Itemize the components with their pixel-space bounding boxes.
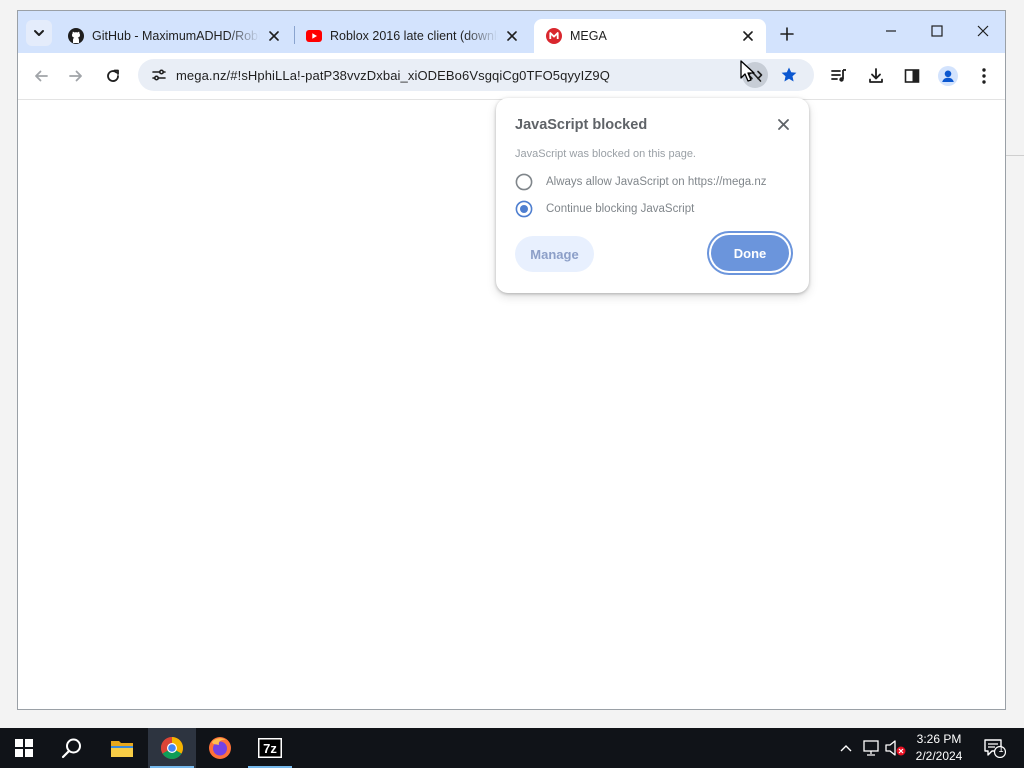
- taskbar-clock[interactable]: 3:26 PM 2/2/2024: [908, 731, 970, 765]
- windows-start-icon: [15, 739, 33, 757]
- start-button[interactable]: [0, 728, 48, 768]
- option-label: Always allow JavaScript on https://mega.…: [546, 176, 767, 188]
- download-icon: [869, 68, 883, 83]
- more-vert-icon: [982, 68, 986, 84]
- address-bar[interactable]: mega.nz/#!sHphiLLa!-patP38vvzDxbai_xiODE…: [138, 59, 814, 91]
- new-tab-button[interactable]: [776, 23, 798, 45]
- url-text: mega.nz/#!sHphiLLa!-patP38vvzDxbai_xiODE…: [176, 67, 610, 83]
- taskbar-chrome[interactable]: [148, 728, 196, 768]
- chrome-icon: [161, 737, 183, 759]
- tab-youtube[interactable]: Roblox 2016 late client (download: [294, 19, 530, 53]
- reload-button[interactable]: [98, 61, 128, 91]
- file-explorer-icon: [111, 741, 133, 757]
- volume-muted-icon: [885, 740, 906, 756]
- side-panel-icon: [904, 69, 920, 83]
- youtube-icon: [306, 28, 322, 44]
- maximize-button[interactable]: [914, 11, 960, 51]
- radio-unselected-icon[interactable]: [515, 173, 533, 191]
- taskbar-firefox[interactable]: [196, 728, 244, 768]
- arrow-left-icon: [35, 70, 48, 82]
- option-label: Continue blocking JavaScript: [546, 203, 695, 215]
- back-button[interactable]: [26, 61, 56, 91]
- media-controls-button[interactable]: [824, 61, 854, 91]
- side-panel-button[interactable]: [897, 61, 927, 91]
- forward-button[interactable]: [61, 61, 91, 91]
- javascript-blocked-dialog: JavaScript blocked JavaScript was blocke…: [496, 98, 809, 293]
- chevron-up-icon: [840, 745, 852, 752]
- close-icon: [977, 25, 989, 37]
- chevron-down-icon: [34, 30, 44, 36]
- close-window-button[interactable]: [960, 11, 1005, 51]
- queue-music-icon: [831, 69, 846, 82]
- clock-date: 2/2/2024: [915, 749, 963, 763]
- tab-title: Roblox 2016 late client (download: [330, 29, 498, 43]
- notification-count: 1: [998, 744, 1004, 754]
- dialog-title: JavaScript blocked: [515, 117, 648, 133]
- show-hidden-icons-button[interactable]: [836, 728, 856, 768]
- windows-taskbar: 7z 3:26 PM 2/2/2024 1: [0, 728, 1024, 768]
- tab-strip: GitHub - MaximumADHD/Roblox Roblox 2016 …: [18, 11, 1005, 53]
- avatar-icon: [938, 66, 958, 86]
- done-button[interactable]: Done: [711, 235, 789, 271]
- network-status-button[interactable]: [860, 728, 882, 768]
- menu-button[interactable]: [969, 61, 999, 91]
- svg-text:7z: 7z: [263, 741, 277, 756]
- arrow-right-icon: [69, 70, 82, 82]
- option-allow-javascript[interactable]: Always allow JavaScript on https://mega.…: [515, 173, 767, 191]
- dialog-description: JavaScript was blocked on this page.: [515, 148, 696, 160]
- bookmark-star-icon[interactable]: [776, 62, 802, 88]
- tab-github[interactable]: GitHub - MaximumADHD/Roblox: [56, 19, 292, 53]
- plus-icon: [780, 27, 794, 41]
- radio-selected-icon[interactable]: [515, 200, 533, 218]
- site-info-icon[interactable]: [142, 59, 176, 91]
- option-continue-blocking[interactable]: Continue blocking JavaScript: [515, 200, 694, 218]
- taskbar-search-button[interactable]: [48, 728, 96, 768]
- tab-title: MEGA: [570, 29, 607, 43]
- network-icon: [863, 740, 879, 756]
- action-center-button[interactable]: 1: [980, 728, 1010, 768]
- reload-icon: [107, 69, 119, 82]
- close-tab-icon[interactable]: [504, 28, 520, 44]
- taskbar-7zip[interactable]: 7z: [246, 728, 294, 768]
- mega-icon: [546, 28, 562, 44]
- search-icon: [61, 738, 81, 759]
- mouse-cursor-icon: [740, 60, 755, 82]
- browser-toolbar: mega.nz/#!sHphiLLa!-patP38vvzDxbai_xiODE…: [18, 53, 1005, 99]
- maximize-icon: [931, 25, 943, 37]
- clock-time: 3:26 PM: [916, 732, 962, 746]
- taskbar-file-explorer[interactable]: [98, 728, 146, 768]
- tab-title: GitHub - MaximumADHD/Roblox: [92, 29, 260, 43]
- manage-button[interactable]: Manage: [515, 236, 594, 272]
- close-tab-icon[interactable]: [266, 28, 282, 44]
- close-tab-icon[interactable]: [740, 28, 756, 44]
- 7zip-icon: 7z: [258, 738, 282, 758]
- tab-mega[interactable]: MEGA: [534, 19, 766, 53]
- profile-button[interactable]: [933, 61, 963, 91]
- minimize-button[interactable]: [868, 11, 914, 51]
- minimize-icon: [886, 30, 896, 32]
- close-dialog-icon[interactable]: [775, 116, 791, 132]
- volume-button[interactable]: [884, 728, 908, 768]
- tab-search-button[interactable]: [26, 20, 52, 46]
- firefox-icon: [209, 737, 231, 759]
- downloads-button[interactable]: [861, 61, 891, 91]
- desktop-window-edge: [1006, 155, 1024, 156]
- github-icon: [68, 28, 84, 44]
